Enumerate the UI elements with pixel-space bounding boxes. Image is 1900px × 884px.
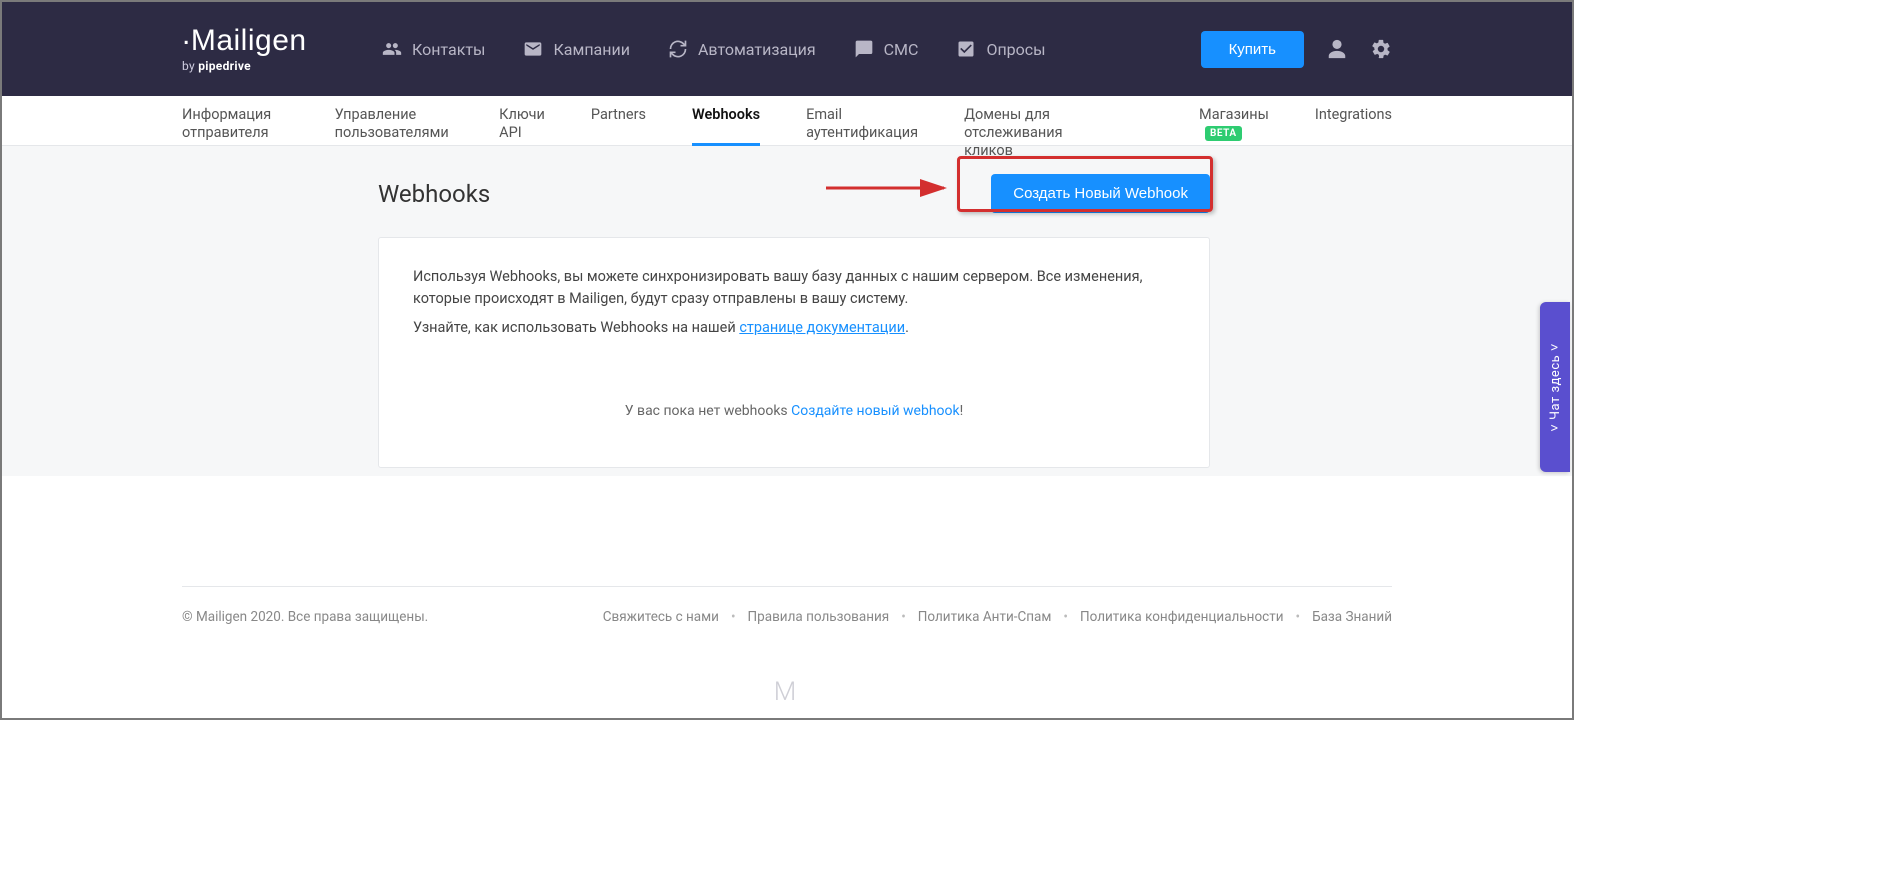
buy-button[interactable]: Купить [1201,31,1304,68]
tab-sender-info[interactable]: Информация отправителя [182,96,289,146]
footer-copyright: © Mailigen 2020. Все права защищены. [182,609,428,625]
logo-subtext: by pipedrive [182,60,312,72]
logo-text: .Mailigen [182,26,312,56]
arrow-icon [826,178,956,198]
footer-link-privacy[interactable]: Политика конфиденциальности [1080,609,1284,625]
nav-contacts[interactable]: Контакты [382,39,485,59]
empty-state: У вас пока нет webhooks Создайте новый w… [413,345,1175,445]
description-text-1: Используя Webhooks, вы можете синхронизи… [413,266,1175,311]
docs-link[interactable]: странице документации [739,319,905,336]
nav-contacts-label: Контакты [412,40,485,59]
footer-link-contact[interactable]: Свяжитесь с нами [603,609,719,625]
footer: © Mailigen 2020. Все права защищены. Свя… [182,587,1392,647]
top-actions: Купить [1201,31,1392,68]
tab-user-management[interactable]: Управление пользователями [335,96,453,146]
logo[interactable]: .Mailigen by pipedrive [182,26,312,72]
top-bar: .Mailigen by pipedrive Контакты Кампании [2,2,1572,96]
footer-links: Свяжитесь с нами• Правила пользования• П… [603,609,1392,625]
nav-automation[interactable]: Автоматизация [668,39,816,59]
chat-tab-label: ˅ Чат здесь ˅ [1548,343,1563,432]
tab-email-auth[interactable]: Email аутентификация [806,96,918,146]
top-nav: Контакты Кампании Автоматизация [382,39,1201,59]
sub-nav: Информация отправителя Управление пользо… [2,96,1572,146]
settings-icon[interactable] [1370,38,1392,60]
tab-stores[interactable]: Магазины BETA [1199,96,1269,146]
tab-tracking-domains[interactable]: Домены для отслеживания кликов [964,96,1107,146]
tab-stores-label: Магазины [1199,106,1269,123]
survey-icon [956,39,976,59]
page-title: Webhooks [378,180,490,208]
footer-region: © Mailigen 2020. Все права защищены. Свя… [2,586,1572,707]
info-card: Используя Webhooks, вы можете синхронизи… [378,237,1210,468]
nav-automation-label: Автоматизация [698,40,816,59]
create-webhook-button[interactable]: Создать Новый Webhook [991,174,1210,213]
beta-badge: BETA [1205,126,1242,141]
footer-link-terms[interactable]: Правила пользования [748,609,890,625]
main-content: Webhooks Создать Новый Webhook [2,146,1572,476]
mail-icon [523,39,543,59]
automation-icon [668,39,688,59]
chat-tab[interactable]: ˅ Чат здесь ˅ [1540,302,1570,472]
footer-link-kb[interactable]: База Знаний [1312,609,1392,625]
nav-campaigns[interactable]: Кампании [523,39,629,59]
nav-campaigns-label: Кампании [553,40,629,59]
tab-integrations[interactable]: Integrations [1315,96,1392,146]
tab-partners[interactable]: Partners [591,96,646,146]
footer-logo-icon: M [182,647,1392,707]
tab-webhooks[interactable]: Webhooks [692,96,760,146]
description-text-2: Узнайте, как использовать Webhooks на на… [413,317,1175,339]
create-webhook-link[interactable]: Создайте новый webhook [791,403,960,419]
sms-icon [854,39,874,59]
account-icon[interactable] [1326,38,1348,60]
contacts-icon [382,39,402,59]
nav-surveys-label: Опросы [986,40,1045,59]
page-header: Webhooks Создать Новый Webhook [378,174,1210,213]
nav-sms[interactable]: СМС [854,39,919,59]
tab-api-keys[interactable]: Ключи API [499,96,545,146]
nav-sms-label: СМС [884,40,919,59]
footer-link-antispam[interactable]: Политика Анти-Спам [918,609,1052,625]
nav-surveys[interactable]: Опросы [956,39,1045,59]
